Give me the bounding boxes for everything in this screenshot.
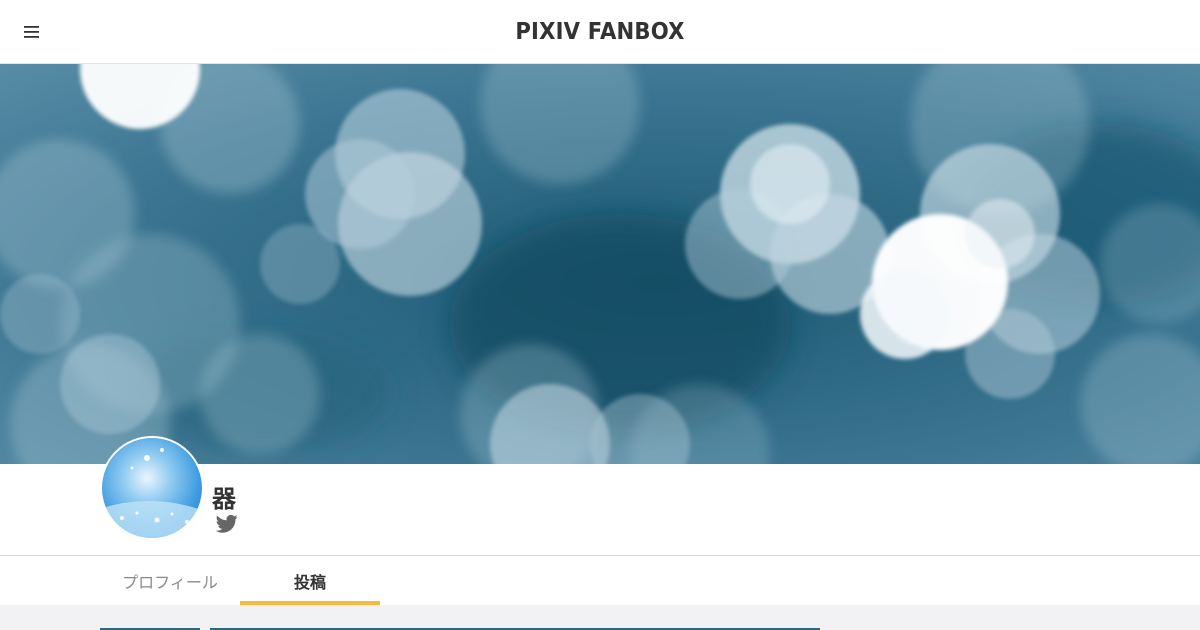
avatar[interactable] <box>100 436 204 540</box>
content-area <box>0 605 1200 630</box>
cover-image <box>0 64 1200 464</box>
top-header: PIXIV FANBOX <box>0 0 1200 64</box>
creator-name[interactable]: 器 <box>212 479 236 514</box>
tab-profile[interactable]: プロフィール <box>100 556 240 605</box>
tab-posts[interactable]: 投稿 <box>240 556 380 605</box>
hamburger-menu-icon[interactable] <box>20 20 44 44</box>
twitter-icon[interactable] <box>215 514 240 536</box>
tab-bar: プロフィール 投稿 <box>0 556 1200 605</box>
site-logo[interactable]: PIXIV FANBOX <box>48 0 1152 64</box>
